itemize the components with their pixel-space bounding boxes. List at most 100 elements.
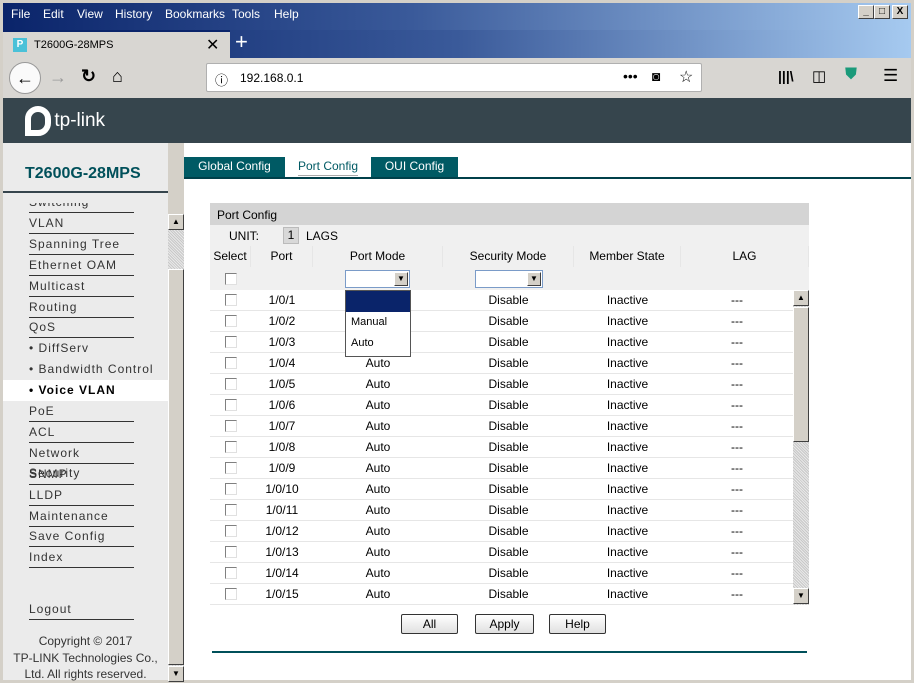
all-button[interactable]: All [401, 614, 458, 634]
close-tab-icon[interactable]: ✕ [206, 35, 219, 55]
scroll-up-icon[interactable]: ▲ [168, 214, 184, 230]
port-mode-dropdown: Manual Auto [345, 290, 411, 357]
scroll-down-icon[interactable]: ▼ [168, 666, 184, 682]
row-checkbox[interactable] [225, 294, 237, 306]
row-checkbox[interactable] [225, 588, 237, 600]
menu-help[interactable]: Help [274, 7, 299, 21]
reload-icon[interactable]: ↻ [81, 66, 96, 87]
member-state-cell: Inactive [606, 482, 649, 496]
sidebar-scrollbar[interactable]: ▲ ▼ [168, 214, 184, 682]
scroll-up-icon[interactable]: ▲ [793, 290, 809, 306]
menu-tools[interactable]: Tools [232, 7, 260, 21]
sidebar-item-maintenance[interactable]: Maintenance [29, 506, 134, 527]
menu-view[interactable]: View [77, 7, 103, 21]
sidebar-item-poe[interactable]: PoE [29, 401, 134, 422]
sidebar-item-bandwidth-control[interactable]: • Bandwidth Control [29, 359, 168, 380]
browser-tab[interactable]: P T2600G-28MPS ✕ [3, 30, 230, 59]
sidebar-item-ethernet-oam[interactable]: Ethernet OAM [29, 255, 134, 276]
sidebar-item-switching[interactable]: Switching [29, 203, 134, 213]
row-checkbox[interactable] [225, 462, 237, 474]
tab-port-config[interactable]: Port Config [285, 157, 371, 177]
tp-link-logo: tp-link [25, 106, 105, 136]
row-checkbox[interactable] [225, 441, 237, 453]
port-mode-select[interactable]: ▼ [345, 270, 410, 288]
dropdown-option[interactable]: Auto [346, 333, 410, 354]
pocket-icon[interactable]: ◙ [652, 68, 660, 84]
tab-oui-config[interactable]: OUI Config [371, 157, 458, 177]
port-mode-cell: Auto [365, 503, 391, 517]
chevron-down-icon[interactable]: ▼ [527, 272, 541, 286]
port-mode-cell: Auto [365, 419, 391, 433]
table-row: 1/0/14 Auto Disable Inactive --- [210, 563, 793, 584]
back-button[interactable]: ← [9, 62, 41, 94]
apply-button[interactable]: Apply [475, 614, 534, 634]
unit-button[interactable]: 1 [283, 227, 299, 244]
scrollbar-thumb[interactable] [793, 307, 809, 442]
row-checkbox[interactable] [225, 399, 237, 411]
sidebar-item-voice-vlan[interactable]: • Voice VLAN [3, 380, 168, 402]
scroll-down-icon[interactable]: ▼ [793, 588, 809, 604]
maximize-button[interactable]: □ [874, 5, 890, 19]
sidebar-item-snmp[interactable]: SNMP [29, 464, 134, 485]
security-mode-cell: Disable [488, 524, 529, 538]
row-checkbox[interactable] [225, 546, 237, 558]
url-text[interactable]: 192.168.0.1 [240, 71, 303, 85]
row-checkbox[interactable] [225, 315, 237, 327]
sidebar-item-qos[interactable]: QoS [29, 317, 134, 339]
row-checkbox[interactable] [225, 378, 237, 390]
sidebar-item-multicast[interactable]: Multicast [29, 276, 134, 297]
row-checkbox[interactable] [225, 420, 237, 432]
sidebar-icon[interactable]: ◫ [812, 67, 826, 85]
sidebar-item-acl[interactable]: ACL [29, 422, 134, 443]
panel-title: Port Config [210, 203, 809, 225]
filter-row: ▼ ▼ [210, 268, 809, 290]
menu-edit[interactable]: Edit [43, 7, 64, 21]
sidebar-item-network-security[interactable]: Network Security [29, 443, 134, 480]
divider [3, 191, 168, 193]
hamburger-menu-icon[interactable]: ☰ [883, 66, 898, 86]
row-checkbox[interactable] [225, 525, 237, 537]
url-bar[interactable]: ⓘ 192.168.0.1 ••• ◙ ☆ [206, 63, 702, 92]
copyright: Copyright © 2017 TP-LINK Technologies Co… [3, 633, 168, 683]
table-row: 1/0/8 Auto Disable Inactive --- [210, 437, 793, 458]
close-window-button[interactable]: X [892, 5, 908, 19]
row-checkbox[interactable] [225, 357, 237, 369]
more-icon[interactable]: ••• [623, 68, 638, 84]
tab-global-config[interactable]: Global Config [184, 157, 285, 177]
port-mode-cell: Auto [365, 461, 391, 475]
row-checkbox[interactable] [225, 336, 237, 348]
row-checkbox[interactable] [225, 567, 237, 579]
row-checkbox[interactable] [225, 504, 237, 516]
home-icon[interactable]: ⌂ [112, 66, 123, 87]
library-icon[interactable]: |||\ [778, 68, 794, 84]
new-tab-icon[interactable]: + [235, 29, 248, 55]
help-button[interactable]: Help [549, 614, 606, 634]
sidebar-item-lldp[interactable]: LLDP [29, 485, 134, 506]
lags-link[interactable]: LAGS [306, 229, 338, 243]
table-scrollbar[interactable]: ▲ ▼ [793, 290, 809, 605]
port-mode-cell: Auto [365, 566, 391, 580]
sidebar-item-save-config[interactable]: Save Config [29, 526, 134, 548]
forward-icon[interactable]: → [49, 67, 67, 88]
sidebar-item-routing[interactable]: Routing [29, 297, 134, 318]
select-all-checkbox[interactable] [225, 273, 237, 285]
sidebar-item-spanning-tree[interactable]: Spanning Tree [29, 234, 134, 255]
row-checkbox[interactable] [225, 483, 237, 495]
minimize-button[interactable]: _ [858, 5, 874, 19]
sidebar-item-vlan[interactable]: VLAN [29, 213, 134, 234]
menu-file[interactable]: File [11, 7, 30, 21]
dropdown-option[interactable] [346, 291, 410, 312]
dropdown-option[interactable]: Manual [346, 312, 410, 333]
logout-link[interactable]: Logout [29, 599, 134, 620]
sidebar-item-index[interactable]: Index [29, 547, 134, 569]
shield-icon[interactable]: ⛊ [845, 66, 857, 84]
security-mode-select[interactable]: ▼ [475, 270, 543, 288]
model-name: T2600G-28MPS [25, 165, 141, 182]
chevron-down-icon[interactable]: ▼ [394, 272, 408, 286]
sidebar-item-diffserv[interactable]: • DiffServ [29, 338, 168, 359]
menu-history[interactable]: History [115, 7, 152, 21]
bookmark-star-icon[interactable]: ☆ [679, 67, 693, 87]
scrollbar-thumb[interactable] [168, 269, 184, 665]
menu-bookmarks[interactable]: Bookmarks [165, 7, 225, 21]
info-icon[interactable]: ⓘ [215, 70, 228, 89]
